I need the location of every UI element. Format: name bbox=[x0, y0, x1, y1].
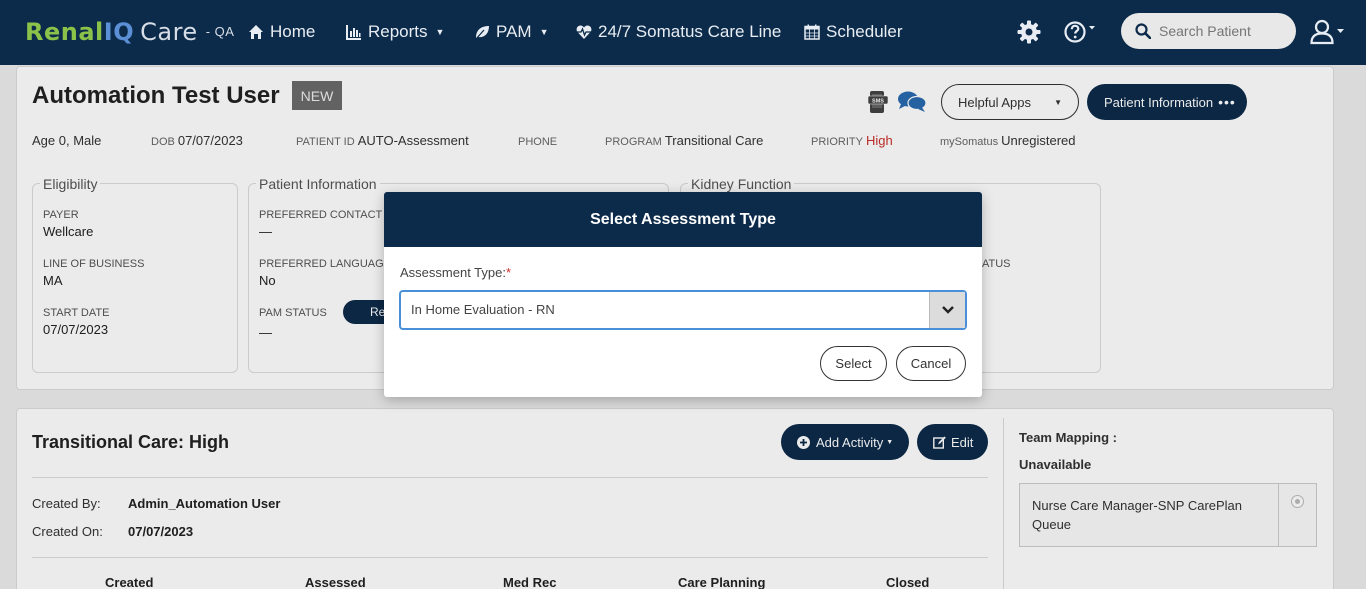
nav-care-line[interactable]: 24/7 Somatus Care Line bbox=[576, 22, 781, 42]
environment-label: - QA bbox=[205, 24, 235, 39]
brand-part-iq: IQ bbox=[103, 18, 135, 46]
top-navbar: RenalIQ Care - QA Home Reports ▼ PAM ▼ 24/… bbox=[0, 0, 1366, 65]
nav-home-label: Home bbox=[270, 22, 316, 41]
select-button[interactable]: Select bbox=[820, 346, 887, 381]
nav-scheduler[interactable]: Scheduler bbox=[804, 22, 903, 42]
caret-down-icon: ▼ bbox=[435, 27, 445, 37]
brand-part-renal: Renal bbox=[25, 18, 104, 46]
patient-search[interactable] bbox=[1121, 13, 1296, 49]
leaf-icon bbox=[475, 26, 489, 40]
assessment-type-label-text: Assessment Type: bbox=[400, 265, 506, 280]
nav-home[interactable]: Home bbox=[248, 22, 315, 42]
nav-pam-label: PAM bbox=[496, 22, 532, 41]
dropdown-toggle[interactable] bbox=[929, 292, 965, 328]
brand-logo[interactable]: RenalIQ Care - QA bbox=[25, 18, 234, 46]
gear-icon[interactable] bbox=[1017, 20, 1041, 44]
nav-pam[interactable]: PAM ▼ bbox=[474, 22, 549, 42]
assessment-type-select[interactable]: In Home Evaluation - RN bbox=[400, 291, 966, 329]
search-input[interactable] bbox=[1159, 23, 1289, 39]
nav-reports-label: Reports bbox=[368, 22, 428, 41]
required-marker: * bbox=[505, 265, 512, 280]
select-assessment-modal: Select Assessment Type Assessment Type:*… bbox=[384, 192, 982, 397]
nav-care-line-label: 24/7 Somatus Care Line bbox=[598, 22, 782, 41]
search-icon bbox=[1135, 23, 1151, 39]
cancel-button[interactable]: Cancel bbox=[896, 346, 966, 381]
brand-part-care: Care bbox=[140, 18, 198, 46]
assessment-type-selected-value: In Home Evaluation - RN bbox=[411, 302, 555, 317]
calendar-icon bbox=[804, 24, 820, 40]
chevron-down-icon bbox=[941, 306, 954, 314]
user-icon[interactable] bbox=[1310, 19, 1346, 45]
nav-scheduler-label: Scheduler bbox=[826, 22, 903, 41]
bar-chart-icon bbox=[346, 25, 361, 40]
help-icon[interactable] bbox=[1064, 20, 1098, 44]
heartbeat-icon bbox=[576, 25, 592, 39]
assessment-type-label: Assessment Type:* bbox=[400, 265, 511, 280]
modal-title: Select Assessment Type bbox=[384, 192, 982, 247]
nav-reports[interactable]: Reports ▼ bbox=[346, 22, 444, 42]
home-icon bbox=[249, 25, 263, 39]
caret-down-icon: ▼ bbox=[539, 27, 549, 37]
